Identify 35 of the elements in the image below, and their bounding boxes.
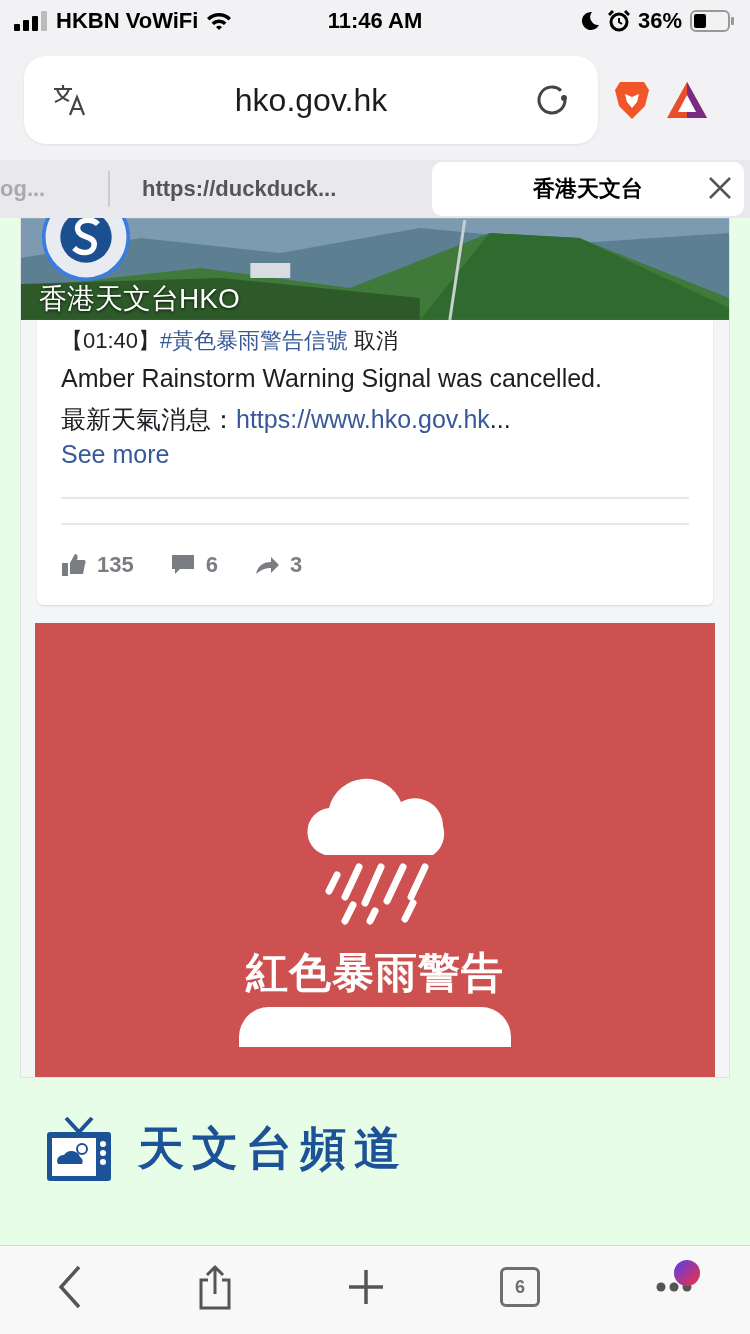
- wifi-icon: [206, 11, 233, 31]
- signal-icon: [14, 11, 48, 31]
- tv-icon[interactable]: [46, 1116, 112, 1182]
- url-text: hko.gov.hk: [233, 81, 389, 119]
- post-text: 最新天氣消息：https://www.hko.gov.hk...: [61, 404, 512, 435]
- translate-icon[interactable]: [52, 83, 88, 117]
- see-more-link[interactable]: See more: [61, 440, 170, 469]
- tab-count-button[interactable]: 6: [500, 1267, 540, 1307]
- alarm-clock-icon: [607, 10, 630, 32]
- like-count[interactable]: 135: [97, 552, 134, 578]
- browser-tab[interactable]: 香港天文台: [432, 162, 744, 216]
- hashtag-link[interactable]: #黃色暴雨警告信號: [160, 328, 349, 353]
- post-text: Amber Rainstorm Warning Signal was cancelled.: [61, 364, 603, 393]
- triangle-icon[interactable]: [666, 81, 708, 119]
- close-icon[interactable]: [708, 176, 732, 200]
- new-tab-button[interactable]: [348, 1269, 384, 1305]
- moon-icon: [579, 11, 600, 31]
- battery-percent: 36%: [637, 8, 682, 34]
- comment-count[interactable]: 6: [205, 552, 218, 578]
- page-name: 香港天文台HKO: [39, 282, 240, 316]
- warning-title: 紅色暴雨警告: [246, 948, 504, 998]
- battery-icon: [690, 10, 736, 32]
- post-headline: 【01:40】#黃色暴雨警告信號 取消: [61, 327, 400, 355]
- browser-tab[interactable]: https://duckduck...: [110, 162, 432, 216]
- carrier-name: HKBN VoWiFi: [56, 8, 199, 34]
- channel-title[interactable]: 天文台頻道: [138, 1118, 408, 1180]
- thumbs-up-icon[interactable]: [61, 552, 87, 578]
- back-button[interactable]: [58, 1265, 82, 1309]
- share-button[interactable]: [198, 1264, 232, 1310]
- address-bar[interactable]: hko.gov.hk: [24, 56, 598, 144]
- post-link[interactable]: https://www.hko.gov.hk: [236, 405, 490, 433]
- status-time: 11:46 AM: [327, 8, 423, 34]
- notification-dot-icon: [674, 1260, 700, 1286]
- share-count[interactable]: 3: [289, 552, 303, 578]
- lion-icon[interactable]: [614, 80, 650, 120]
